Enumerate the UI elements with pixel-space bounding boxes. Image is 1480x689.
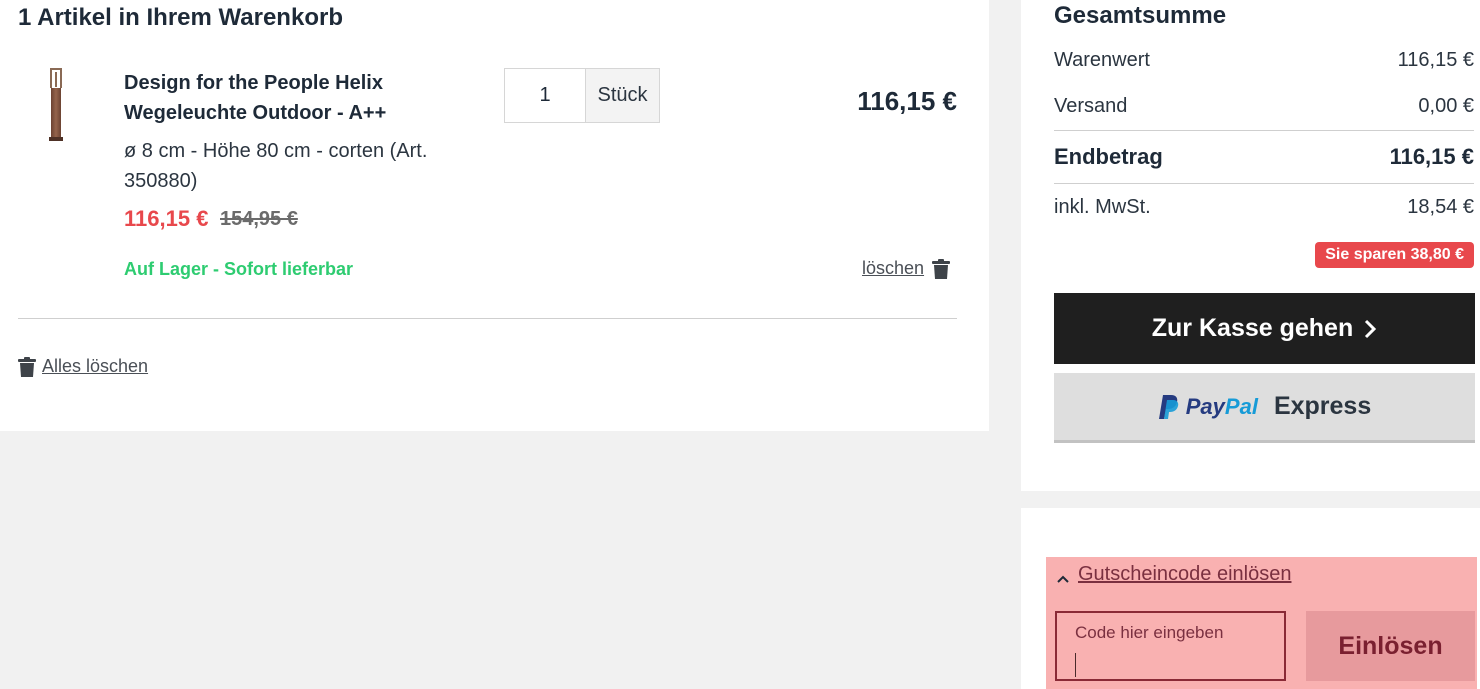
vat-label: inkl. MwSt. [1054, 196, 1151, 218]
divider [1054, 130, 1474, 131]
quantity-stepper: Stück [504, 68, 660, 123]
paypal-express-button[interactable]: Pay Pal Express [1054, 373, 1475, 443]
paypal-wordmark-pal: Pal [1224, 393, 1258, 419]
quantity-input[interactable] [505, 69, 586, 122]
paypal-logo-icon [1158, 394, 1179, 419]
savings-badge: Sie sparen 38,80 € [1315, 242, 1474, 268]
product-original-price: 154,95 € [220, 208, 298, 230]
summary-row-total: Endbetrag 116,15 € [1054, 144, 1474, 170]
product-thumbnail[interactable] [48, 68, 64, 142]
chevron-up-icon [1057, 575, 1069, 583]
trash-icon [932, 258, 951, 279]
shipping-label: Versand [1054, 95, 1128, 117]
coupon-input-placeholder: Code hier eingeben [1075, 623, 1224, 642]
text-cursor [1075, 653, 1076, 677]
paypal-wordmark-pay: Pay [1185, 393, 1225, 419]
paypal-express-label: Express [1273, 392, 1372, 420]
subtotal-label: Warenwert [1054, 49, 1150, 71]
divider [18, 318, 957, 319]
vat-value: 18,54 € [1407, 196, 1474, 218]
product-name[interactable]: Design for the People Helix Wegeleuchte … [124, 68, 444, 128]
order-summary-panel: Gesamtsumme Warenwert 116,15 € Versand 0… [1021, 0, 1480, 491]
product-sale-price: 116,15 € [124, 206, 209, 231]
line-total: 116,15 € [857, 86, 957, 116]
total-label: Endbetrag [1054, 144, 1163, 169]
coupon-code-input[interactable]: Code hier eingeben [1055, 611, 1286, 681]
paypal-logo: Pay Pal [1158, 394, 1258, 420]
cart-panel: 1 Artikel in Ihrem Warenkorb Design for … [0, 0, 989, 431]
coupon-section: Gutscheincode einlösen Code hier eingebe… [1046, 557, 1477, 689]
total-value: 116,15 € [1389, 144, 1474, 169]
summary-row-subtotal: Warenwert 116,15 € [1054, 49, 1474, 72]
checkout-button[interactable]: Zur Kasse gehen [1054, 293, 1475, 364]
summary-title: Gesamtsumme [1054, 2, 1227, 29]
trash-icon [18, 356, 36, 377]
summary-row-shipping: Versand 0,00 € [1054, 95, 1474, 118]
quantity-unit: Stück [586, 69, 659, 122]
checkout-label: Zur Kasse gehen [1151, 314, 1354, 342]
chevron-right-icon [1365, 319, 1377, 338]
shipping-value: 0,00 € [1418, 95, 1474, 117]
subtotal-value: 116,15 € [1397, 49, 1474, 71]
clear-cart-button[interactable]: Alles löschen [18, 356, 148, 377]
clear-cart-label: Alles löschen [42, 356, 149, 376]
product-description: ø 8 cm - Höhe 80 cm - corten (Art. 35088… [124, 140, 428, 192]
coupon-card: Gutscheincode einlösen Code hier eingebe… [1021, 508, 1480, 689]
delete-item-label: löschen [862, 258, 925, 278]
redeem-button[interactable]: Einlösen [1306, 611, 1475, 681]
coupon-toggle[interactable]: Gutscheincode einlösen [1056, 563, 1291, 586]
cart-title: 1 Artikel in Ihrem Warenkorb [18, 4, 343, 31]
divider [1054, 183, 1474, 184]
summary-row-vat: inkl. MwSt. 18,54 € [1054, 196, 1474, 219]
availability-status: Auf Lager - Sofort lieferbar [124, 259, 354, 279]
delete-item-button[interactable]: löschen [862, 258, 951, 279]
coupon-toggle-label: Gutscheincode einlösen [1078, 563, 1292, 585]
